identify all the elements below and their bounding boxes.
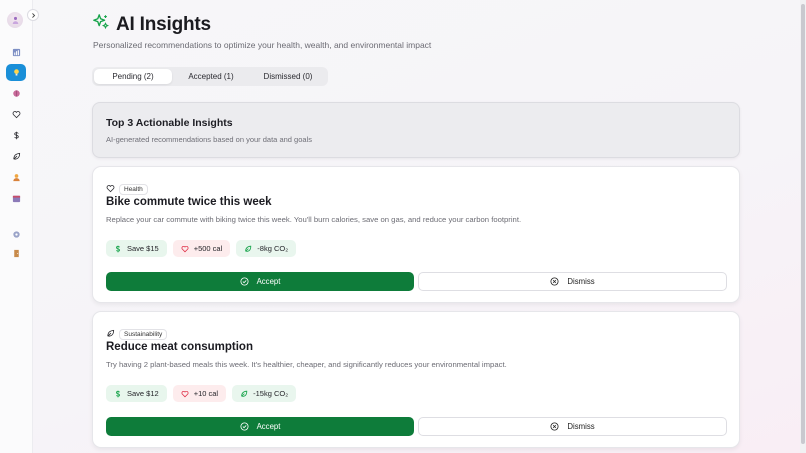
dismiss-button[interactable]: Dismiss bbox=[418, 417, 727, 436]
leaf-icon bbox=[12, 152, 20, 160]
scrollbar[interactable] bbox=[800, 0, 806, 453]
insight-description: Replace your car commute with biking twi… bbox=[106, 215, 522, 224]
scrollbar-thumb[interactable] bbox=[801, 4, 805, 444]
insight-title: Bike commute twice this week bbox=[106, 196, 272, 208]
sidebar-item-finance[interactable] bbox=[6, 127, 26, 144]
page-header: AI Insights bbox=[92, 13, 211, 36]
sparkles-icon bbox=[92, 13, 110, 36]
impact-metrics: Save $15 +500 cal -8kg CO₂ bbox=[106, 240, 297, 257]
settings-icon bbox=[12, 231, 20, 238]
sidebar-item-calendar[interactable] bbox=[6, 190, 26, 207]
insights-summary-card: Top 3 Actionable Insights AI-generated r… bbox=[92, 102, 740, 158]
check-circle-icon bbox=[240, 277, 249, 286]
money-metric: Save $15 bbox=[106, 240, 167, 257]
accept-button[interactable]: Accept bbox=[106, 272, 414, 291]
category-badge: Sustainability bbox=[119, 328, 168, 340]
summary-subtitle: AI-generated recommendations based on yo… bbox=[106, 135, 312, 144]
sidebar-item-sustainability[interactable] bbox=[6, 148, 26, 165]
impact-metrics: Save $12 +10 cal -15kg CO₂ bbox=[106, 385, 297, 402]
lightbulb-icon bbox=[13, 69, 19, 76]
health-metric: +10 cal bbox=[172, 385, 227, 402]
env-metric: -15kg CO₂ bbox=[232, 385, 297, 402]
health-metric: +500 cal bbox=[172, 240, 231, 257]
category-badge: Health bbox=[119, 183, 148, 195]
dollar-icon bbox=[115, 245, 121, 252]
summary-title: Top 3 Actionable Insights bbox=[106, 117, 233, 129]
health-metric-label: +500 cal bbox=[193, 244, 223, 253]
dollar-icon bbox=[13, 131, 19, 140]
env-metric: -8kg CO₂ bbox=[236, 240, 297, 257]
status-tabs: Pending (2) Accepted (1) Dismissed (0) bbox=[92, 67, 328, 86]
dismiss-button[interactable]: Dismiss bbox=[418, 272, 727, 291]
accept-button-label: Accept bbox=[256, 422, 281, 431]
app-logo[interactable] bbox=[7, 12, 23, 28]
heart-icon bbox=[181, 390, 189, 397]
tab-dismissed[interactable]: Dismissed (0) bbox=[250, 69, 326, 84]
dismiss-button-label: Dismiss bbox=[567, 422, 595, 431]
sidebar-item-brain[interactable] bbox=[6, 85, 26, 102]
insight-card: Health Bike commute twice this week Repl… bbox=[92, 166, 740, 303]
tab-accepted[interactable]: Accepted (1) bbox=[172, 69, 250, 84]
money-metric-label: Save $15 bbox=[127, 244, 159, 253]
insight-title: Reduce meat consumption bbox=[106, 341, 253, 353]
sidebar-item-logout[interactable] bbox=[6, 245, 26, 262]
money-metric-label: Save $12 bbox=[127, 389, 159, 398]
sidebar-collapse-button[interactable] bbox=[27, 9, 39, 21]
leaf-icon bbox=[241, 390, 248, 397]
page-subtitle: Personalized recommendations to optimize… bbox=[93, 40, 432, 50]
person-icon bbox=[12, 174, 20, 182]
sidebar-item-insights[interactable] bbox=[6, 64, 26, 81]
sidebar-item-dashboard[interactable] bbox=[6, 44, 26, 61]
dismiss-button-label: Dismiss bbox=[567, 277, 595, 286]
accept-button-label: Accept bbox=[256, 277, 281, 286]
x-circle-icon bbox=[550, 422, 559, 431]
dollar-icon bbox=[115, 390, 121, 397]
x-circle-icon bbox=[550, 277, 559, 286]
env-metric-label: -15kg CO₂ bbox=[253, 389, 289, 398]
door-icon bbox=[13, 249, 19, 258]
calendar-icon bbox=[12, 195, 20, 203]
dashboard-icon bbox=[12, 48, 20, 57]
brain-icon bbox=[12, 90, 20, 97]
heart-icon bbox=[181, 245, 189, 252]
page-title: AI Insights bbox=[116, 13, 211, 35]
chevron-right-icon bbox=[31, 12, 35, 18]
accept-button[interactable]: Accept bbox=[106, 417, 414, 436]
insight-description: Try having 2 plant-based meals this week… bbox=[106, 360, 507, 369]
env-metric-label: -8kg CO₂ bbox=[257, 244, 289, 253]
sidebar-item-settings[interactable] bbox=[6, 226, 26, 243]
tab-pending[interactable]: Pending (2) bbox=[94, 69, 172, 84]
heart-icon bbox=[12, 111, 20, 119]
money-metric: Save $12 bbox=[106, 385, 167, 402]
sidebar-item-profile[interactable] bbox=[6, 169, 26, 186]
check-circle-icon bbox=[240, 422, 249, 431]
sidebar-item-health[interactable] bbox=[6, 106, 26, 123]
leaf-icon bbox=[245, 245, 252, 252]
sidebar bbox=[0, 0, 33, 453]
insight-card: Sustainability Reduce meat consumption T… bbox=[92, 311, 740, 448]
health-metric-label: +10 cal bbox=[193, 389, 219, 398]
